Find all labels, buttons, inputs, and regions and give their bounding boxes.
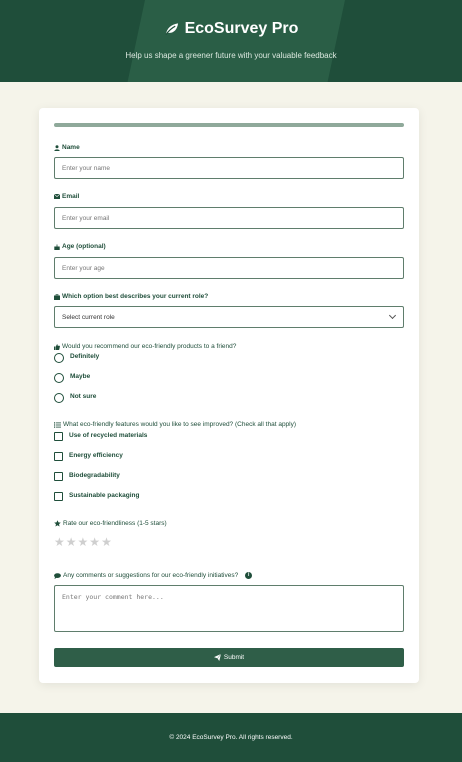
leaf-icon	[165, 23, 178, 35]
rating-star-1[interactable]: ★	[54, 536, 65, 548]
comments-placeholder: Enter your comment here...	[62, 593, 164, 601]
name-input-placeholder: Enter your name	[62, 164, 111, 172]
rating-label: Rate our eco-friendliness (1-5 stars)	[54, 520, 167, 527]
star-icon	[54, 520, 61, 527]
briefcase-icon	[54, 293, 60, 300]
header-subtitle: Help us shape a greener future with your…	[125, 51, 337, 60]
role-select-value: Select current role	[62, 313, 115, 321]
comments-label: Any comments or suggestions for our eco-…	[54, 572, 253, 579]
feature-option-recycled[interactable]: Use of recycled materials	[54, 432, 147, 441]
email-label-text: Email	[62, 193, 80, 200]
feature-option-biodegradability[interactable]: Biodegradability	[54, 472, 120, 481]
recommend-option-not-sure[interactable]: Not sure	[54, 393, 96, 403]
checkbox[interactable]	[54, 452, 63, 461]
checkbox[interactable]	[54, 472, 63, 481]
name-input[interactable]: Enter your name	[54, 157, 404, 179]
feature-option-energy[interactable]: Energy efficiency	[54, 452, 123, 461]
email-label: Email	[54, 193, 79, 200]
recommend-option-maybe[interactable]: Maybe	[54, 373, 90, 383]
thumbs-up-icon	[54, 343, 60, 350]
age-label: Age (optional)	[54, 243, 106, 250]
paper-plane-icon	[213, 654, 221, 661]
checkbox[interactable]	[54, 432, 63, 441]
age-label-text: Age (optional)	[62, 243, 106, 250]
role-select[interactable]: Select current role	[54, 306, 404, 328]
birthday-cake-icon	[54, 244, 60, 250]
features-label-text: What eco-friendly features would you lik…	[63, 421, 297, 428]
rating-star-4[interactable]: ★	[89, 536, 100, 548]
comment-icon	[54, 572, 61, 579]
role-label-text: Which option best describes your current…	[62, 293, 209, 300]
comments-textarea[interactable]: Enter your comment here...	[54, 585, 404, 632]
role-label: Which option best describes your current…	[54, 293, 208, 300]
feature-option-packaging[interactable]: Sustainable packaging	[54, 492, 139, 501]
option-label: Biodegradability	[69, 472, 120, 479]
page-header: EcoSurvey Pro Help us shape a greener fu…	[0, 0, 462, 82]
submit-button-label: Submit	[223, 654, 245, 661]
envelope-icon	[54, 194, 60, 199]
list-icon	[54, 421, 61, 428]
option-label: Use of recycled materials	[69, 432, 148, 439]
checkbox[interactable]	[54, 492, 63, 501]
chevron-down-icon	[388, 311, 397, 320]
page-footer: © 2024 EcoSurvey Pro. All rights reserve…	[0, 713, 462, 762]
rating-star-5[interactable]: ★	[101, 536, 112, 548]
option-label: Not sure	[70, 393, 97, 400]
option-label: Maybe	[70, 373, 91, 380]
footer-text: © 2024 EcoSurvey Pro. All rights reserve…	[169, 734, 293, 741]
comments-label-text: Any comments or suggestions for our eco-…	[63, 572, 239, 579]
features-label: What eco-friendly features would you lik…	[54, 421, 296, 428]
info-icon[interactable]: i	[245, 572, 253, 579]
recommend-label-text: Would you recommend our eco-friendly pro…	[62, 343, 237, 350]
rating-label-text: Rate our eco-friendliness (1-5 stars)	[63, 520, 167, 527]
name-label: Name	[54, 144, 80, 151]
submit-button[interactable]: Submit	[54, 648, 404, 667]
name-label-text: Name	[62, 144, 80, 151]
star-rating[interactable]: ★ ★ ★ ★ ★	[54, 536, 112, 548]
option-label: Definitely	[70, 353, 100, 360]
app-title-text: EcoSurvey Pro	[184, 20, 299, 37]
email-input[interactable]: Enter your email	[54, 207, 404, 229]
header-accent-band	[127, 0, 345, 82]
user-icon	[54, 144, 60, 151]
radio-button[interactable]	[54, 393, 64, 403]
radio-button[interactable]	[54, 353, 64, 363]
option-label: Sustainable packaging	[69, 492, 140, 499]
age-input-placeholder: Enter your age	[62, 264, 105, 272]
recommend-label: Would you recommend our eco-friendly pro…	[54, 343, 236, 350]
radio-button[interactable]	[54, 373, 64, 383]
app-title: EcoSurvey Pro	[0, 20, 462, 38]
age-input[interactable]: Enter your age	[54, 257, 404, 279]
option-label: Energy efficiency	[69, 452, 123, 459]
email-input-placeholder: Enter your email	[62, 214, 110, 222]
progress-bar	[54, 123, 404, 127]
recommend-option-definitely[interactable]: Definitely	[54, 353, 99, 363]
rating-star-2[interactable]: ★	[66, 536, 77, 548]
rating-star-3[interactable]: ★	[78, 536, 89, 548]
